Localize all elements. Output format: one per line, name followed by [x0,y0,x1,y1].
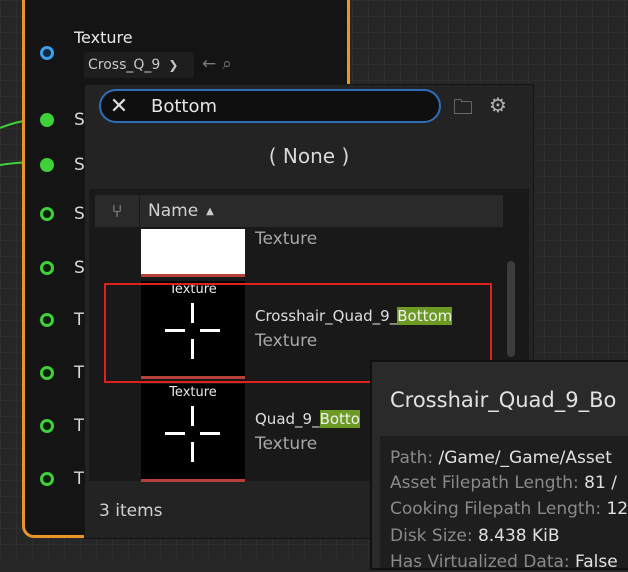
input-pin-row[interactable]: S [40,204,85,224]
input-pin[interactable] [40,158,54,172]
tooltip-row: Asset Filepath Length: 81 / [390,473,617,493]
texture-combo-value: Cross_Q_9 [88,57,161,73]
use-selected-arrow-icon[interactable]: ← [202,54,216,74]
input-pin-label: T [74,416,85,436]
input-pin[interactable] [40,419,54,433]
asset-tooltip: Crosshair_Quad_9_Bo Path: /Game/_Game/As… [370,360,628,572]
chevron-down-icon: ❯ [168,58,179,72]
input-pin[interactable] [40,366,54,380]
search-input[interactable]: Bottom [151,96,217,117]
input-pin[interactable] [40,207,54,221]
tooltip-title: Crosshair_Quad_9_Bo [390,388,617,412]
input-pin-row[interactable]: T [40,363,84,383]
gear-icon[interactable]: ⚙ [489,93,507,117]
item-count: 3 items [99,501,163,521]
list-item[interactable]: Texture [141,229,501,279]
asset-type: Texture [255,434,318,454]
input-pin-label: T [74,469,85,489]
clear-search-icon[interactable]: ✕ [103,94,135,119]
scrollbar[interactable] [507,261,515,357]
tooltip-row: Cooking Filepath Length: 12 [390,499,628,519]
column-name[interactable]: Name [148,201,198,221]
search-box[interactable]: ✕ Bottom [99,89,441,123]
input-pin-row[interactable]: T [40,469,84,489]
tooltip-row: Path: /Game/_Game/Asset [390,448,612,468]
browse-search-icon[interactable]: ⌕ [222,54,232,74]
tooltip-row: Has Virtualized Data: False [390,552,618,572]
asset-thumbnail: Texture [141,384,245,482]
asset-type: Texture [255,229,318,249]
crosshair-icon [165,406,220,462]
list-header: ⑂ Name ▲ [95,195,503,227]
input-pin[interactable] [40,261,54,275]
input-pin[interactable] [40,313,54,327]
input-pin-row[interactable]: S [40,258,85,278]
folder-icon[interactable]: 🗀 [453,93,473,127]
texture-pin-row[interactable] [40,46,54,60]
source-control-icon[interactable]: ⑂ [95,195,140,227]
input-pin-label: T [74,363,85,383]
asset-thumbnail [141,229,245,277]
asset-name: Quad_9_Botto [255,410,360,428]
texture-pin[interactable] [40,46,54,60]
input-pin-row[interactable]: T [40,310,84,330]
input-pin-row[interactable]: S [40,110,85,130]
sort-ascending-icon: ▲ [206,205,214,217]
tooltip-row: Disk Size: 8.438 KiB [390,526,560,546]
input-pin-row[interactable]: T [40,416,84,436]
texture-pin-label: Texture [74,28,133,47]
input-pin[interactable] [40,472,54,486]
input-pin[interactable] [40,113,54,127]
texture-combo[interactable]: Cross_Q_9 ❯ [84,52,194,78]
input-pin-label: T [74,310,85,330]
none-option[interactable]: ( None ) [85,137,533,175]
texture-combo-icons: ← ⌕ [202,54,232,74]
input-pin-row[interactable]: S [40,155,85,175]
